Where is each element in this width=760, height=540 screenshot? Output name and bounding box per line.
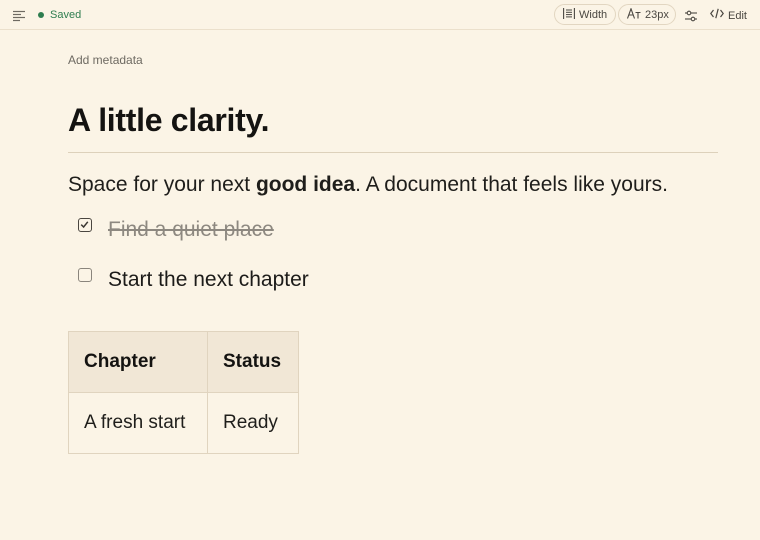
task-checkbox[interactable] <box>78 268 92 282</box>
task-item: Start the next chapter <box>78 267 309 294</box>
task-label[interactable]: Start the next chapter <box>108 266 309 294</box>
top-toolbar: Saved Width 23px Edit <box>0 0 760 30</box>
body-paragraph[interactable]: Space for your next good idea. A documen… <box>68 171 668 199</box>
table-header-cell[interactable]: Chapter <box>68 331 208 393</box>
width-button[interactable]: Width <box>554 4 616 25</box>
paragraph-text-start: Space for your next <box>68 173 256 196</box>
width-icon <box>563 7 579 22</box>
saved-status-dot-icon <box>38 12 44 18</box>
menu-lines-icon[interactable] <box>13 9 26 22</box>
paragraph-bold-text: good idea <box>255 173 356 196</box>
task-item: Find a quiet place <box>78 217 274 244</box>
sliders-icon[interactable] <box>685 9 697 22</box>
table-row: A fresh start Ready <box>68 392 299 454</box>
table-header-row: Chapter Status <box>68 331 299 393</box>
document-table: Chapter Status A fresh start Ready <box>68 331 299 454</box>
table-cell[interactable]: A fresh start <box>68 392 208 454</box>
saved-status-label: Saved <box>50 9 82 21</box>
add-metadata-link[interactable]: Add metadata <box>68 53 143 68</box>
document-title[interactable]: A little clarity. <box>68 100 269 140</box>
edit-button-label: Edit <box>728 9 747 22</box>
task-label[interactable]: Find a quiet place <box>108 216 274 244</box>
edit-button[interactable]: Edit <box>710 8 747 23</box>
paragraph-text-end: . A document that feels like yours. <box>355 173 668 196</box>
table-cell[interactable]: Ready <box>207 392 299 454</box>
task-checkbox-checked[interactable] <box>78 218 92 232</box>
code-icon <box>710 8 728 23</box>
width-button-label: Width <box>579 8 608 21</box>
table-header-cell[interactable]: Status <box>207 331 299 393</box>
font-size-label: 23px <box>645 8 669 21</box>
checkmark-icon <box>80 221 89 229</box>
font-size-button[interactable]: 23px <box>618 4 676 25</box>
font-size-icon <box>626 6 645 22</box>
title-divider <box>68 152 718 153</box>
